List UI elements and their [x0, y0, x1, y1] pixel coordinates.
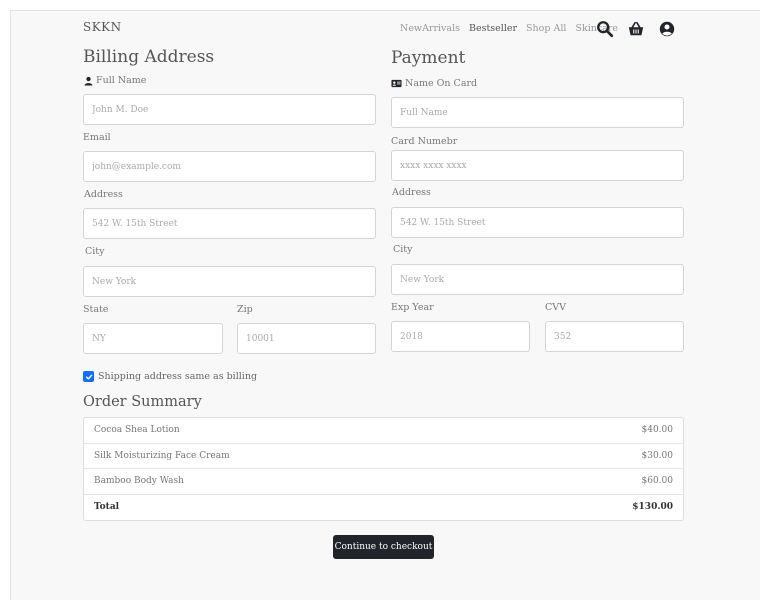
card-number-input[interactable]	[391, 150, 684, 181]
item-price: $40.00	[641, 425, 674, 436]
full-name-label: Full Name	[84, 75, 146, 86]
item-name: Cocoa Shea Lotion	[94, 425, 180, 436]
id-card-icon	[391, 79, 402, 88]
billing-zip-input[interactable]	[237, 323, 376, 354]
list-item: Cocoa Shea Lotion $40.00	[84, 418, 683, 444]
exp-year-input[interactable]	[391, 321, 530, 352]
user-circle-icon[interactable]	[658, 20, 676, 38]
continue-to-checkout-button[interactable]: Continue to checkout	[333, 535, 434, 559]
payment-title: Payment	[391, 48, 466, 68]
user-icon	[84, 76, 93, 85]
checkmark-icon	[85, 374, 92, 380]
nav-link-bestseller[interactable]: Bestseller	[469, 23, 517, 34]
payment-address-label: Address	[392, 187, 431, 198]
item-name: Bamboo Body Wash	[94, 476, 184, 487]
billing-city-label: City	[85, 246, 105, 257]
search-icon[interactable]	[596, 20, 614, 38]
billing-title: Billing Address	[83, 47, 215, 67]
total-row: Total $130.00	[84, 495, 683, 521]
card-name-input[interactable]	[391, 97, 684, 128]
nav-link-shop-all[interactable]: Shop All	[526, 23, 566, 34]
cvv-input[interactable]	[545, 321, 684, 352]
billing-city-input[interactable]	[83, 266, 376, 297]
basket-icon[interactable]	[627, 20, 645, 38]
cvv-label: CVV	[545, 302, 566, 313]
navbar: SKKN NewArrivals Bestseller Shop All Ski…	[10, 10, 760, 46]
brand-logo[interactable]: SKKN	[83, 20, 122, 34]
nav-link-new-arrivals[interactable]: NewArrivals	[400, 23, 460, 34]
exp-year-label: Exp Year	[391, 302, 434, 313]
payment-city-input[interactable]	[391, 264, 684, 295]
order-summary-list: Cocoa Shea Lotion $40.00 Silk Moisturizi…	[83, 417, 684, 521]
item-price: $30.00	[641, 450, 674, 461]
list-item: Bamboo Body Wash $60.00	[84, 469, 683, 495]
zip-label: Zip	[237, 304, 253, 315]
billing-email-input[interactable]	[83, 151, 376, 182]
order-summary-title: Order Summary	[83, 394, 202, 410]
billing-address-label: Address	[84, 189, 123, 200]
shipping-same-label: Shipping address same as billing	[98, 371, 258, 382]
list-item: Silk Moisturizing Face Cream $30.00	[84, 444, 683, 469]
total-label: Total	[94, 502, 120, 513]
shipping-same-checkbox[interactable]	[83, 371, 94, 382]
total-value: $130.00	[632, 502, 673, 513]
nav-links: NewArrivals Bestseller Shop All Skincare	[400, 23, 627, 34]
name-on-card-label: Name On Card	[391, 78, 477, 89]
shipping-same-checkbox-row[interactable]: Shipping address same as billing	[83, 371, 257, 382]
nav-icons	[596, 20, 676, 38]
billing-state-input[interactable]	[83, 323, 223, 354]
item-price: $60.00	[641, 476, 674, 487]
payment-city-label: City	[393, 244, 413, 255]
card-number-label: Card Numebr	[391, 136, 458, 147]
billing-full-name-input[interactable]	[83, 94, 376, 125]
state-label: State	[83, 304, 109, 315]
billing-address-input[interactable]	[83, 208, 376, 239]
email-label: Email	[83, 132, 111, 143]
item-name: Silk Moisturizing Face Cream	[94, 450, 230, 461]
payment-address-input[interactable]	[391, 207, 684, 238]
